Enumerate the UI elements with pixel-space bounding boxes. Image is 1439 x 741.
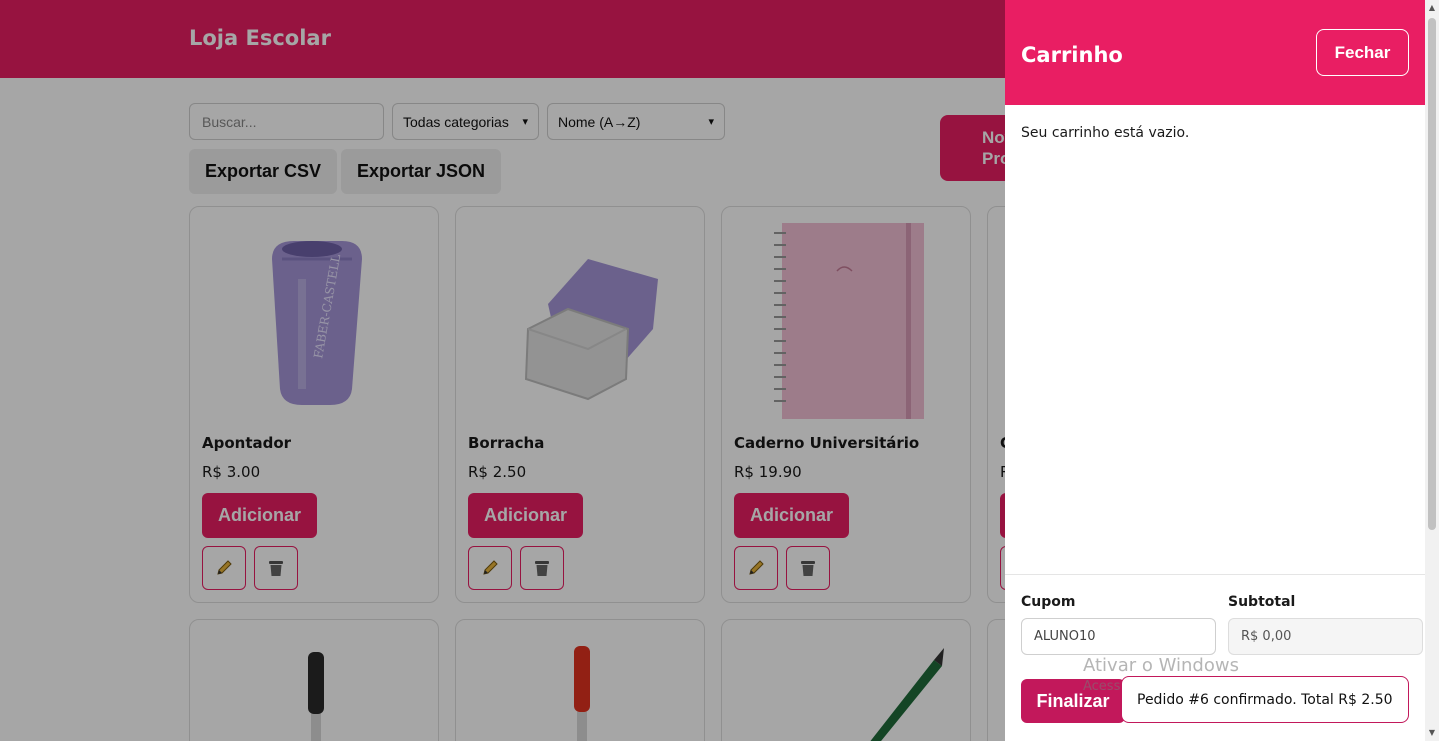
coupon-label: Cupom	[1021, 594, 1076, 610]
coupon-input[interactable]	[1021, 618, 1216, 655]
cart-title: Carrinho	[1021, 43, 1123, 67]
scroll-down-icon[interactable]: ▼	[1428, 729, 1436, 737]
subtotal-field: R$ 0,00	[1228, 618, 1423, 655]
finalize-button[interactable]: Finalizar	[1021, 679, 1125, 723]
cart-empty-message: Seu carrinho está vazio.	[1021, 125, 1190, 141]
cart-header: Carrinho Fechar	[1005, 0, 1425, 105]
scroll-up-icon[interactable]: ▲	[1428, 4, 1436, 12]
page-scrollbar[interactable]: ▲ ▼	[1425, 0, 1439, 741]
close-cart-button[interactable]: Fechar	[1316, 29, 1409, 76]
scroll-thumb[interactable]	[1428, 18, 1436, 530]
divider	[1005, 574, 1425, 575]
order-toast: Pedido #6 confirmado. Total R$ 2.50	[1121, 676, 1409, 723]
subtotal-label: Subtotal	[1228, 594, 1296, 610]
cart-drawer: Carrinho Fechar Seu carrinho está vazio.…	[1005, 0, 1425, 741]
